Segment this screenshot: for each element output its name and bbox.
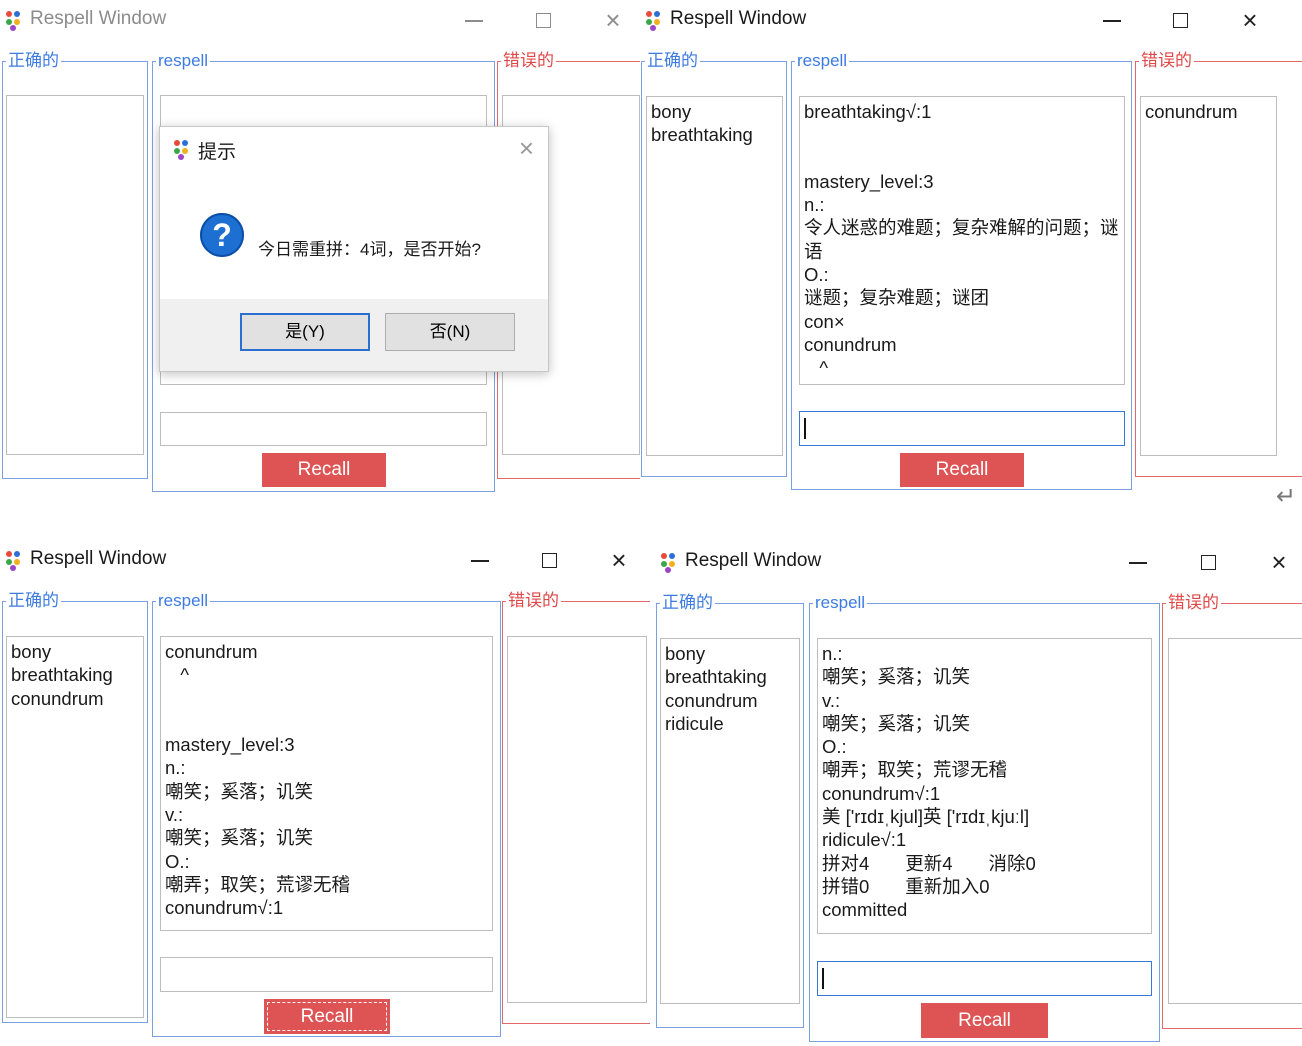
yes-button[interactable]: 是(Y) [240, 313, 370, 351]
window-title: Respell Window [30, 8, 167, 29]
respell-window-top-right: Respell Window × 正确的 bony breathtaking r… [640, 0, 1302, 508]
text-caret [804, 418, 806, 439]
wrong-group: 错误的 [1162, 593, 1302, 1029]
correct-group-label: 正确的 [6, 591, 61, 611]
correct-group: 正确的 [2, 51, 148, 479]
wrong-group: 错误的 conundrum [1135, 51, 1302, 477]
correct-list[interactable]: bony breathtaking [646, 96, 783, 456]
close-icon[interactable]: × [1235, 6, 1265, 34]
respell-output[interactable]: breathtaking√:1 mastery_level:3 n.: 令人迷惑… [799, 96, 1125, 385]
window-title: Respell Window [670, 8, 807, 29]
minimize-icon[interactable] [1123, 548, 1153, 576]
respell-window-bottom-right: Respell Window × 正确的 bony breathtaking c… [655, 540, 1302, 1046]
respell-group-label: respell [156, 591, 211, 611]
wrong-group-label: 错误的 [506, 591, 561, 611]
respell-output[interactable]: conundrum ^ mastery_level:3 n.: 嘲笑；奚落；讥笑… [160, 636, 493, 931]
respell-group-label: respell [813, 593, 868, 613]
close-icon[interactable]: × [604, 546, 634, 574]
correct-group: 正确的 bony breathtaking conundrum [2, 591, 148, 1023]
correct-list[interactable] [6, 95, 144, 455]
question-icon: ? [200, 213, 244, 257]
respell-input[interactable] [160, 957, 493, 992]
correct-list[interactable]: bony breathtaking conundrum ridicule [660, 638, 800, 1004]
minimize-icon[interactable] [459, 6, 489, 34]
maximize-icon[interactable] [528, 6, 558, 34]
respell-window-top-left: Respell Window × 正确的 respell Recall 错误的 … [0, 0, 640, 500]
close-icon[interactable]: × [519, 133, 534, 164]
window-title: Respell Window [685, 550, 822, 571]
maximize-icon[interactable] [1165, 6, 1195, 34]
wrong-list[interactable]: conundrum [1140, 96, 1277, 456]
maximize-icon[interactable] [1193, 548, 1223, 576]
respell-group-label: respell [795, 51, 850, 71]
respell-group-label: respell [156, 51, 211, 71]
respell-group: respell n.: 嘲笑；奚落；讥笑 v.: 嘲笑；奚落；讥笑 O.: 嘲弄… [809, 593, 1160, 1042]
app-icon [644, 9, 666, 31]
minimize-icon[interactable] [465, 546, 495, 574]
correct-group-label: 正确的 [660, 593, 715, 613]
wrong-group: 错误的 [502, 591, 650, 1024]
correct-group: 正确的 bony breathtaking [641, 51, 787, 477]
recall-button[interactable]: Recall [262, 453, 386, 487]
wrong-list[interactable] [507, 636, 647, 1003]
window-title: Respell Window [30, 548, 167, 569]
app-icon [659, 551, 681, 573]
correct-list[interactable]: bony breathtaking conundrum [6, 636, 144, 1018]
respell-input[interactable] [817, 961, 1152, 996]
close-icon[interactable]: × [598, 6, 628, 34]
title-bar[interactable]: Respell Window × [655, 540, 1302, 580]
no-button[interactable]: 否(N) [385, 313, 515, 351]
correct-group-label: 正确的 [645, 51, 700, 71]
recall-button[interactable]: Recall [264, 999, 390, 1034]
close-icon[interactable]: × [1264, 548, 1294, 576]
enter-icon: ↵ [1276, 483, 1297, 510]
title-bar[interactable]: Respell Window × [0, 0, 640, 40]
wrong-group-label: 错误的 [1139, 51, 1194, 71]
minimize-icon[interactable] [1097, 6, 1127, 34]
respell-group: respell breathtaking√:1 mastery_level:3 … [791, 51, 1132, 490]
dialog-message: 今日需重拼：4词，是否开始? [258, 240, 481, 259]
wrong-list[interactable] [1168, 638, 1302, 1004]
correct-group: 正确的 bony breathtaking conundrum ridicule [656, 593, 804, 1028]
app-icon [4, 549, 26, 571]
wrong-group-label: 错误的 [501, 51, 556, 71]
wrong-group-label: 错误的 [1166, 593, 1221, 613]
title-bar[interactable]: Respell Window × [0, 540, 650, 580]
respell-output[interactable]: n.: 嘲笑；奚落；讥笑 v.: 嘲笑；奚落；讥笑 O.: 嘲弄；取笑；荒谬无稽… [817, 638, 1152, 934]
respell-group: respell conundrum ^ mastery_level:3 n.: … [152, 591, 501, 1037]
text-caret [822, 968, 824, 989]
maximize-icon[interactable] [534, 546, 564, 574]
respell-input[interactable] [799, 411, 1125, 446]
respell-window-bottom-left: Respell Window × 正确的 bony breathtaking c… [0, 540, 650, 1046]
respell-input[interactable] [160, 412, 487, 446]
app-icon [4, 9, 26, 31]
correct-group-label: 正确的 [6, 51, 61, 71]
recall-button[interactable]: Recall [900, 453, 1024, 487]
prompt-dialog: 提示 × ? 今日需重拼：4词，是否开始? 是(Y) 否(N) [159, 126, 549, 372]
title-bar[interactable]: Respell Window × [640, 0, 1302, 40]
app-icon [172, 138, 194, 160]
dialog-title: 提示 [198, 142, 237, 163]
recall-button[interactable]: Recall [921, 1003, 1048, 1038]
